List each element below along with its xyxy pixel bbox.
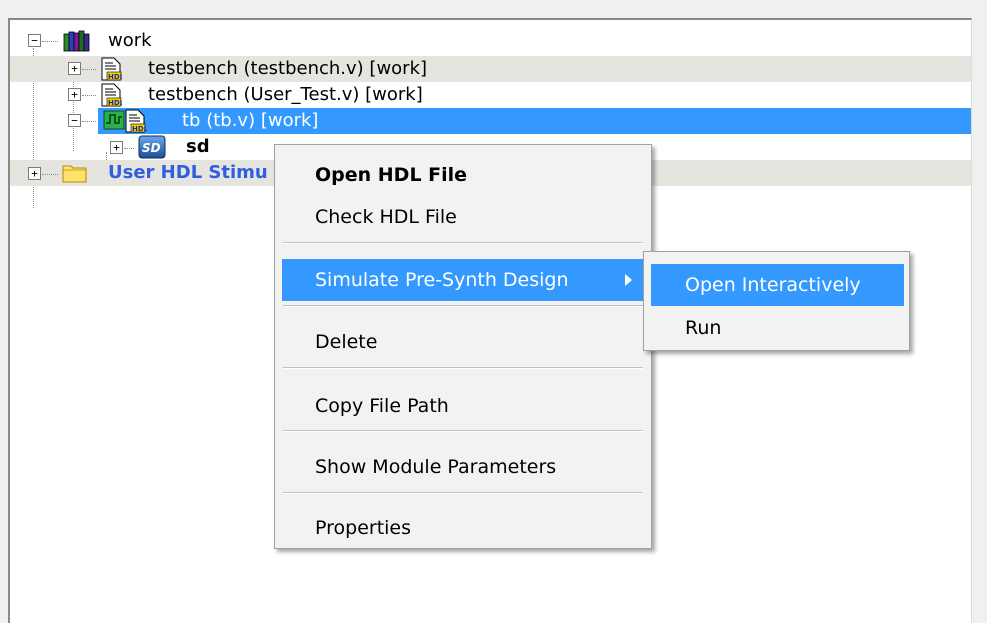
svg-text:HDL: HDL	[132, 125, 147, 133]
tree-node-work[interactable]: − work	[10, 28, 971, 54]
expand-toggle[interactable]: +	[28, 167, 41, 180]
tree-node-label: testbench (testbench.v) [work]	[148, 58, 428, 79]
menu-item-copy-file-path[interactable]: Copy File Path	[275, 385, 651, 427]
tree-node-tb[interactable]: − HDL tb (tb.v) [work]	[10, 108, 971, 134]
tree-node-label: User HDL Stimu	[108, 162, 268, 183]
folder-icon	[62, 163, 88, 191]
tree-node-label: tb (tb.v) [work]	[182, 110, 319, 131]
sd-badge-text: SD	[142, 141, 161, 155]
menu-separator	[283, 242, 643, 244]
collapse-toggle[interactable]: −	[28, 34, 41, 47]
tree-node-testbench[interactable]: + HDL testbench (testbench.v) [work]	[10, 56, 971, 82]
svg-text:HDL: HDL	[108, 99, 122, 107]
expand-toggle[interactable]: +	[110, 141, 123, 154]
tree-connector	[82, 95, 96, 96]
expand-toggle[interactable]: +	[68, 62, 81, 75]
tree-node-label: sd	[186, 136, 210, 157]
menu-separator	[283, 492, 643, 494]
tree-connector	[42, 174, 58, 175]
context-menu: Open HDL File Check HDL File Simulate Pr…	[274, 144, 652, 549]
tree-connector	[124, 148, 134, 149]
menu-item-check-hdl-file[interactable]: Check HDL File	[275, 196, 651, 238]
menu-item-properties[interactable]: Properties	[275, 507, 651, 549]
submenu-item-run[interactable]: Run	[651, 307, 904, 349]
menu-item-label: Simulate Pre-Synth Design	[315, 269, 569, 291]
menu-separator	[283, 430, 643, 432]
menu-separator	[283, 367, 643, 369]
tree-connector	[42, 41, 58, 42]
tree-connector	[82, 121, 96, 122]
menu-item-simulate-pre-synth-design[interactable]: Simulate Pre-Synth Design	[282, 259, 644, 301]
collapse-toggle[interactable]: −	[68, 114, 81, 127]
svg-text:HDL: HDL	[108, 73, 122, 81]
menu-item-delete[interactable]: Delete	[275, 321, 651, 363]
tree-node-user-test[interactable]: + HDL testbench (User_Test.v) [work]	[10, 82, 971, 108]
menu-item-show-module-parameters[interactable]: Show Module Parameters	[275, 446, 651, 488]
submenu-item-open-interactively[interactable]: Open Interactively	[651, 264, 904, 306]
simulate-submenu: Open Interactively Run	[643, 251, 910, 351]
tree-connector	[82, 69, 96, 70]
menu-item-open-hdl-file[interactable]: Open HDL File	[275, 154, 651, 196]
submenu-arrow-icon	[625, 274, 632, 286]
tree-node-label: testbench (User_Test.v) [work]	[148, 84, 423, 105]
menu-separator	[283, 305, 643, 307]
tree-node-label: work	[108, 30, 152, 51]
expand-toggle[interactable]: +	[68, 88, 81, 101]
